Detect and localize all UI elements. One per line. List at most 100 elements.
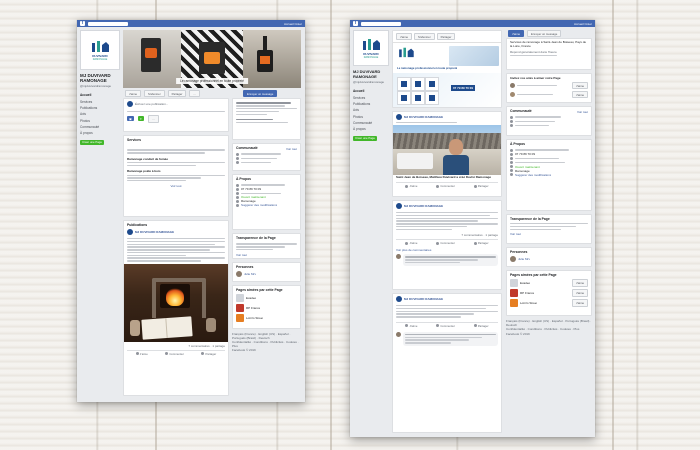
create-page-button[interactable]: Créer une Page — [80, 139, 104, 145]
page-thumbnail[interactable] — [510, 279, 518, 287]
post-action-bar: J'aime Commenter Partager — [127, 349, 225, 356]
service-name[interactable]: Ramonage poêle à bois — [127, 169, 225, 173]
suggest-edits-link[interactable]: Suggérer des modifications — [241, 203, 277, 207]
post-action-bar: J'aime Commenter Partager — [396, 182, 498, 188]
chimney-logo-icon — [92, 41, 109, 52]
page-profile-picture[interactable]: DUVIVARD RAMONAGE — [80, 30, 120, 70]
person-name[interactable]: Julie Mrv — [518, 257, 530, 261]
like-post-button[interactable]: J'aime — [405, 241, 417, 245]
author-avatar[interactable] — [396, 296, 402, 302]
follow-button[interactable]: S'abonner — [414, 33, 435, 41]
page-handle[interactable]: @mjduvivardramonage — [353, 80, 389, 84]
more-options-button[interactable]: ··· — [148, 115, 159, 123]
like-post-button[interactable]: J'aime — [135, 352, 148, 356]
services-see-all-link[interactable]: Voir tout — [127, 184, 225, 188]
share-post-button[interactable]: Partager — [473, 241, 489, 245]
author-avatar[interactable] — [396, 114, 402, 120]
photo-video-button[interactable]: ▣ — [127, 116, 134, 122]
page-thumbnail[interactable] — [236, 304, 244, 312]
liked-page-name[interactable]: Exadeo — [520, 281, 530, 285]
suggest-edits-link[interactable]: Suggérer des modifications — [515, 173, 551, 177]
post-stats[interactable]: 7 commentaires · 1 partage — [127, 344, 225, 348]
send-message-button[interactable]: Envoyer un message — [527, 30, 562, 38]
legal-links[interactable]: Confidentialité · Conditions · Publicité… — [232, 341, 301, 348]
like-liked-page-button[interactable]: J'aime — [572, 279, 588, 287]
share-page-button[interactable]: Partager — [436, 33, 456, 41]
language-links[interactable]: Français (France) · English (US) · Españ… — [506, 320, 592, 327]
phone-number[interactable]: 07 79 89 70 09 — [515, 152, 535, 156]
top-nav-links[interactable]: Accueil Créer — [574, 22, 592, 26]
page-thumbnail[interactable] — [236, 314, 244, 322]
search-input[interactable] — [361, 21, 401, 26]
nav-item-a-propos[interactable]: À propos — [353, 126, 389, 132]
language-links[interactable]: Français (France) · English (US) · Españ… — [232, 333, 301, 340]
share-post-button[interactable]: Partager — [201, 352, 216, 356]
avatar[interactable] — [396, 254, 401, 260]
like-post-button[interactable]: J'aime — [405, 324, 417, 328]
post-author[interactable]: MJ DUVIVARD RAMONAGE — [135, 230, 174, 234]
share-post-button[interactable]: Partager — [473, 324, 489, 328]
ad-banner[interactable]: Le ramonage professionnel en toute propr… — [393, 42, 501, 74]
transparency-link[interactable]: Voir tout — [236, 253, 247, 257]
contact-button[interactable]: Envoyer un message — [243, 90, 278, 98]
share-page-button[interactable]: Partager — [167, 90, 187, 98]
page-thumbnail[interactable] — [236, 294, 244, 302]
offer-button[interactable]: ✦ — [137, 116, 144, 122]
like-page-button[interactable]: J'aime — [396, 33, 412, 41]
like-liked-page-button[interactable]: J'aime — [572, 289, 588, 297]
transparency-link[interactable]: Voir tout — [510, 232, 521, 236]
post-author[interactable]: MJ DUVIVARD RAMONAGE — [404, 204, 443, 208]
comment-button[interactable]: Commenter — [436, 324, 455, 328]
comment-button[interactable]: Commenter — [436, 241, 455, 245]
comment-button[interactable]: Commenter — [436, 184, 455, 188]
like-post-button[interactable]: J'aime — [405, 184, 417, 188]
community-see-all-link[interactable]: Voir tout — [577, 110, 588, 114]
more-button[interactable]: ··· — [189, 90, 201, 98]
create-page-button[interactable]: Créer une Page — [353, 135, 377, 141]
people-icon — [510, 119, 513, 123]
article-photo[interactable] — [393, 125, 501, 176]
like-page-button[interactable]: J'aime — [125, 90, 141, 98]
liked-page-name[interactable]: Lotin's Street — [520, 301, 537, 305]
like-liked-page-button[interactable]: J'aime — [572, 299, 588, 307]
page-handle[interactable]: @mjduvivardramonage — [80, 84, 120, 88]
follow-button[interactable]: S'abonner — [144, 90, 165, 98]
liked-page-name[interactable]: RP France — [246, 306, 260, 310]
invite-button[interactable]: J'aime — [572, 91, 588, 99]
avatar[interactable] — [396, 331, 401, 337]
post-author[interactable]: MJ DUVIVARD RAMONAGE — [404, 297, 443, 301]
author-avatar[interactable] — [396, 203, 402, 209]
post-stats[interactable]: 7 commentaires · 1 partage — [396, 233, 498, 237]
community-see-all-link[interactable]: Voir tout — [286, 147, 297, 151]
top-nav-links[interactable]: Accueil Créer — [284, 22, 302, 26]
service-name[interactable]: Ramonage conduit de fumée — [127, 157, 225, 161]
nav-item-a-propos[interactable]: À propos — [80, 130, 120, 136]
like-button-primary[interactable]: J'aime — [508, 30, 524, 38]
liked-page-name[interactable]: Exadeo — [246, 296, 256, 300]
page-profile-picture[interactable]: DUVIVARD RAMONAGE — [353, 30, 389, 66]
comment-button[interactable]: Commenter — [165, 352, 184, 356]
page-thumbnail[interactable] — [510, 299, 518, 307]
composer-placeholder[interactable]: Écrivez une publication... — [135, 102, 168, 106]
article-title[interactable]: Saint Jean de Boiseau, Matthieu Duvivard… — [396, 176, 498, 180]
phone-number[interactable]: 07 79 89 70 09 — [241, 187, 261, 191]
fireplace-photo[interactable] — [124, 263, 228, 342]
cover-photo[interactable]: Le ramonage professionnel en toute propr… — [123, 30, 301, 88]
post-author[interactable]: MJ DUVIVARD RAMONAGE — [404, 115, 443, 119]
invite-button[interactable]: J'aime — [572, 82, 588, 90]
ad-tiles-image[interactable]: 07 79 89 70 09 — [393, 73, 501, 107]
liked-page-name[interactable]: RP France — [520, 291, 534, 295]
liked-page-name[interactable]: Lotin's Street — [246, 316, 263, 320]
avatar[interactable] — [510, 256, 516, 262]
facebook-logo-icon[interactable]: f — [353, 21, 358, 26]
search-input[interactable] — [88, 21, 128, 26]
page-thumbnail[interactable] — [510, 289, 518, 297]
facebook-logo-icon[interactable]: f — [80, 21, 85, 26]
share-post-button[interactable]: Partager — [473, 184, 489, 188]
people-icon — [236, 156, 239, 160]
avatar[interactable] — [236, 271, 242, 277]
more-comments-link[interactable]: Voir plus de commentaires — [396, 248, 498, 252]
ad-phone-banner[interactable]: 07 79 89 70 09 — [451, 85, 476, 92]
person-name[interactable]: Julie Mrv — [244, 272, 256, 276]
author-avatar[interactable] — [127, 229, 133, 235]
